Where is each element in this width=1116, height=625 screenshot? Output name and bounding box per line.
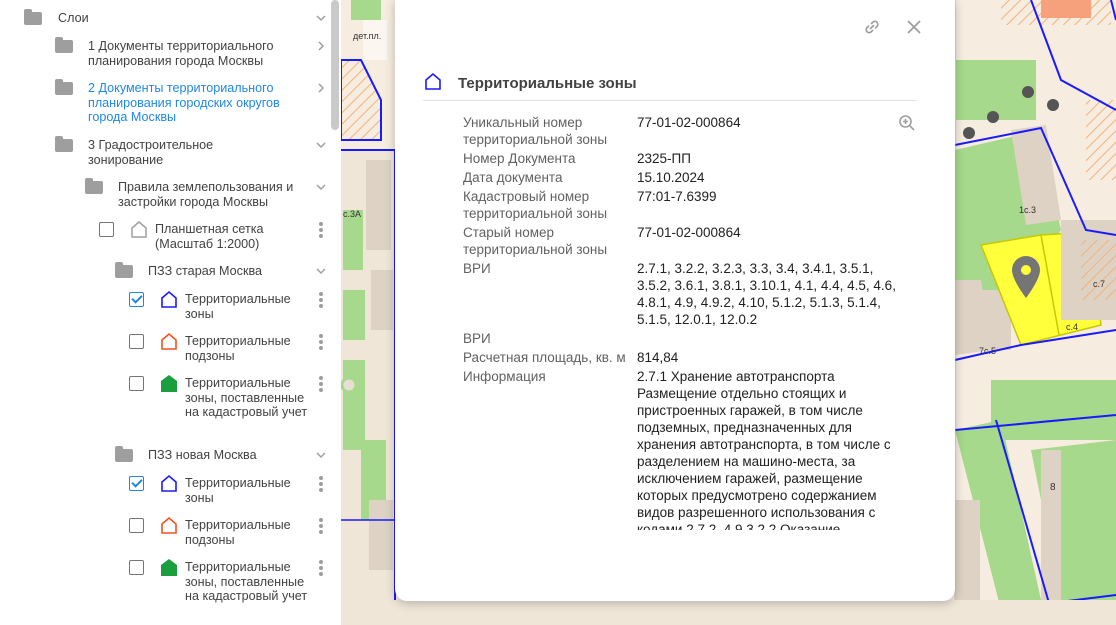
attribute-row: Старый номер территориальной зоны 77-01-…: [463, 224, 903, 258]
more-vert-icon[interactable]: [319, 376, 323, 392]
close-icon[interactable]: [904, 17, 924, 37]
attribute-row: Номер Документа 2325-ПП: [463, 150, 903, 167]
layer-checkbox[interactable]: [129, 518, 144, 533]
layer-label: Территориальные зоны, поставленные на ка…: [185, 376, 308, 419]
attribute-name: ВРИ: [463, 261, 491, 276]
map-label: 8: [1050, 482, 1056, 493]
map-label: с.4: [1066, 322, 1079, 332]
layer-label: Правила землепользования и застройки гор…: [118, 180, 294, 209]
attribute-name: ВРИ: [463, 331, 491, 346]
more-vert-icon[interactable]: [319, 292, 323, 308]
layer-checkbox[interactable]: [129, 334, 144, 349]
zone-polygon-icon: [423, 72, 443, 92]
chevron-down-icon[interactable]: [315, 265, 327, 277]
folder-icon: [55, 79, 73, 95]
attribute-value: 77:01-7.6399: [637, 189, 717, 204]
attribute-row: Дата документа 15.10.2024: [463, 169, 903, 186]
attribute-row: ВРИ: [463, 330, 903, 347]
map-label: с.7: [1093, 279, 1106, 289]
layer-label: 1 Документы территориального планировани…: [88, 39, 274, 68]
attribute-list: Уникальный номер территориальной зоны 77…: [463, 114, 903, 530]
layer-group-1[interactable]: 1 Документы территориального планировани…: [55, 37, 315, 68]
attribute-row: ВРИ 2.7.1, 3.2.2, 3.2.3, 3.3, 3.4, 3.4.1…: [463, 260, 903, 328]
zone-polygon-icon: [159, 290, 179, 310]
map-label: с.3А: [343, 209, 362, 219]
map-label: 1с.3: [1019, 205, 1037, 215]
layer-group-pzz-new[interactable]: ПЗЗ новая Москва: [115, 446, 315, 463]
layer-label: Территориальные подзоны: [185, 334, 291, 363]
layer-checkbox[interactable]: [129, 560, 144, 575]
attribute-name: Старый номер территориальной зоны: [463, 225, 608, 257]
layer-group-pzz[interactable]: Правила землепользования и застройки гор…: [85, 178, 315, 209]
attribute-name: Кадастровый номер территориальной зоны: [463, 189, 608, 221]
cadastral-polygon-icon: [159, 374, 179, 394]
attribute-name: Расчетная площадь, кв. м: [463, 350, 626, 365]
more-vert-icon[interactable]: [319, 222, 323, 238]
more-vert-icon[interactable]: [319, 334, 323, 350]
popup-title: Территориальные зоны: [458, 75, 637, 92]
more-vert-icon[interactable]: [319, 518, 323, 534]
layer-label: Территориальные зоны, поставленные на ка…: [185, 560, 308, 603]
map-label: дет.пл.: [353, 31, 382, 41]
layer-root[interactable]: Слои: [24, 9, 89, 26]
attribute-row: Уникальный номер территориальной зоны 77…: [463, 114, 903, 148]
layer-label: Территориальные зоны: [185, 292, 291, 321]
layer-label: 3 Градостроительное зонирование: [88, 138, 214, 167]
layer-root-label: Слои: [58, 11, 89, 25]
chevron-down-icon[interactable]: [315, 449, 327, 461]
layer-label: Территориальные подзоны: [185, 518, 291, 547]
folder-icon: [115, 446, 133, 462]
chevron-right-icon[interactable]: [315, 40, 327, 52]
attribute-name: Уникальный номер территориальной зоны: [463, 115, 608, 147]
attribute-row: Расчетная площадь, кв. м 814,84: [463, 349, 903, 366]
folder-icon: [85, 178, 103, 194]
layer-group-2[interactable]: 2 Документы территориального планировани…: [55, 79, 315, 125]
attribute-row: Кадастровый номер территориальной зоны 7…: [463, 188, 903, 222]
folder-icon: [55, 136, 73, 152]
link-icon[interactable]: [862, 17, 882, 37]
attribute-value: 2325-ПП: [637, 151, 691, 166]
attribute-value: 77-01-02-000864: [637, 225, 741, 240]
map-label: 7с.5: [979, 346, 997, 356]
chevron-right-icon[interactable]: [315, 82, 327, 94]
divider: [423, 100, 917, 101]
layer-label: 2 Документы территориального планировани…: [88, 81, 280, 124]
cadastral-polygon-icon: [159, 558, 179, 578]
chevron-down-icon[interactable]: [315, 12, 327, 24]
layers-panel: Слои 1 Документы территориального планир…: [0, 0, 341, 625]
attribute-row: Информация 2.7.1 Хранение автотранспорта…: [463, 368, 903, 530]
subzone-polygon-icon: [159, 516, 179, 536]
layer-label: ПЗЗ новая Москва: [148, 448, 257, 462]
zone-polygon-icon: [159, 474, 179, 494]
polygon-outline-icon: [129, 220, 149, 240]
layer-checkbox-checked[interactable]: [129, 476, 144, 491]
sidebar-scrollbar[interactable]: [331, 0, 339, 130]
layer-checkbox[interactable]: [129, 376, 144, 391]
folder-icon: [55, 37, 73, 53]
layer-label: Планшетная сетка (Масштаб 1:2000): [155, 222, 264, 251]
attribute-name: Дата документа: [463, 170, 563, 185]
folder-icon: [24, 9, 42, 25]
attribute-value: 814,84: [637, 350, 679, 365]
attribute-name: Информация: [463, 369, 546, 384]
layer-group-pzz-old[interactable]: ПЗЗ старая Москва: [115, 262, 315, 279]
more-vert-icon[interactable]: [319, 476, 323, 492]
layer-label: ПЗЗ старая Москва: [148, 264, 263, 278]
layer-group-3[interactable]: 3 Градостроительное зонирование: [55, 136, 315, 167]
feature-info-popup: Территориальные зоны Уникальный номер те…: [395, 0, 955, 601]
layer-checkbox-checked[interactable]: [129, 292, 144, 307]
more-vert-icon[interactable]: [319, 560, 323, 576]
chevron-down-icon[interactable]: [315, 181, 327, 193]
attribute-value: 77-01-02-000864: [637, 115, 741, 130]
folder-icon: [115, 262, 133, 278]
layer-checkbox[interactable]: [99, 222, 114, 237]
layer-label: Территориальные зоны: [185, 476, 291, 505]
attribute-name: Номер Документа: [463, 151, 576, 166]
attribute-value: 2.7.1, 3.2.2, 3.2.3, 3.3, 3.4, 3.4.1, 3.…: [637, 261, 896, 327]
subzone-polygon-icon: [159, 332, 179, 352]
attribute-value: 15.10.2024: [637, 170, 705, 185]
chevron-down-icon[interactable]: [315, 139, 327, 151]
attribute-value: 2.7.1 Хранение автотранспорта Размещение…: [637, 369, 891, 530]
